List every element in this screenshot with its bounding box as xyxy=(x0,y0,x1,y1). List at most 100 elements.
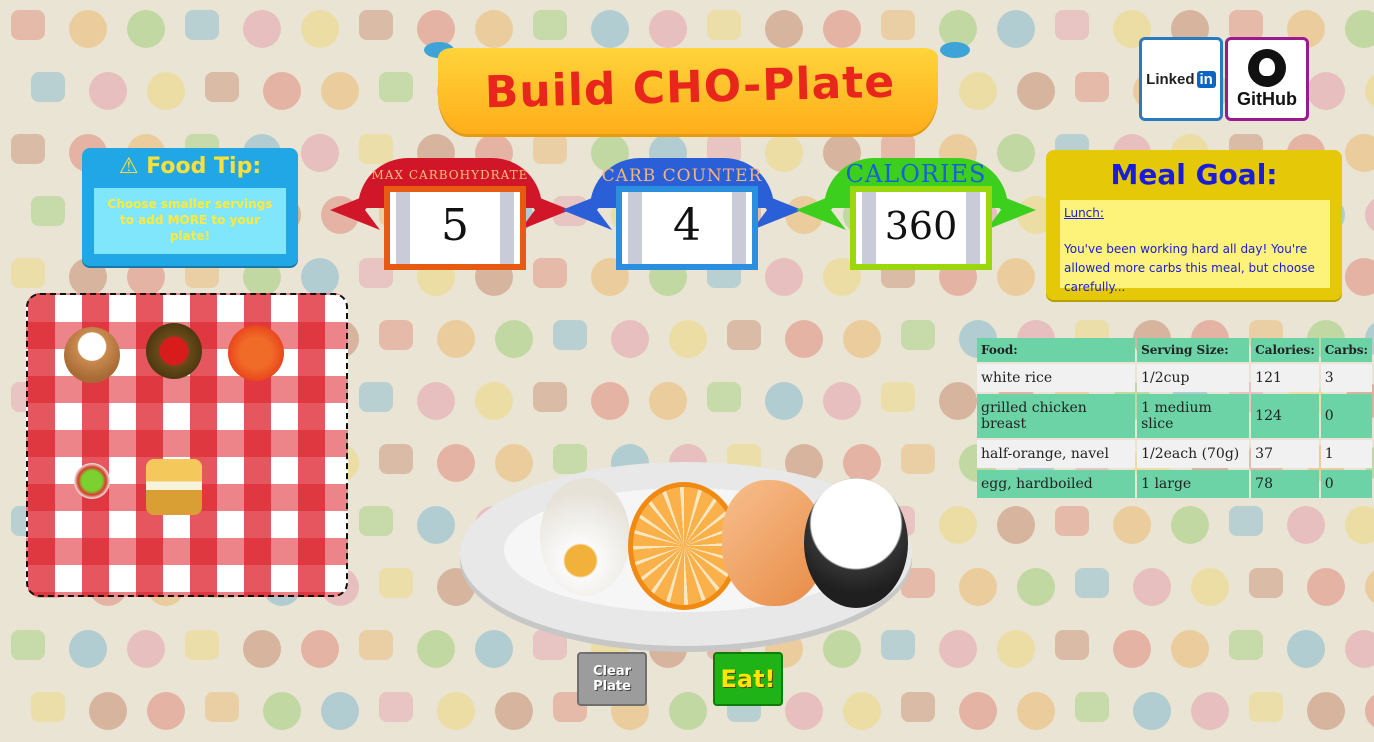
background-food-icon xyxy=(1287,630,1326,668)
background-food-icon xyxy=(495,444,534,482)
background-food-icon xyxy=(881,630,916,660)
meal-goal-title: Meal Goal: xyxy=(1110,158,1278,191)
background-food-icon xyxy=(901,444,936,474)
background-food-icon xyxy=(591,382,630,420)
background-food-icon xyxy=(1307,692,1346,730)
background-food-icon xyxy=(11,258,46,288)
background-food-icon xyxy=(1249,692,1284,722)
background-food-icon xyxy=(31,196,66,226)
background-food-icon xyxy=(1345,134,1374,172)
background-food-icon xyxy=(11,630,46,660)
background-food-icon xyxy=(243,630,282,668)
title-banner: Build CHO-Plate xyxy=(420,40,970,140)
calories-cell: 121 xyxy=(1255,370,1282,386)
background-food-icon xyxy=(1017,692,1056,730)
background-food-icon xyxy=(823,630,862,668)
background-food-icon xyxy=(11,10,46,40)
background-food-icon xyxy=(1345,258,1374,296)
background-food-icon xyxy=(1171,506,1210,544)
counter-label: CARB COUNTER xyxy=(601,166,763,186)
max-carbohydrate-counter: MAX CARBOHYDRATE 5 xyxy=(330,150,570,270)
background-food-icon xyxy=(89,72,128,110)
linkedin-logo-icon: Linked in xyxy=(1146,70,1216,88)
background-food-icon xyxy=(1345,10,1374,48)
calories-cell: 78 xyxy=(1255,476,1273,492)
eat-button[interactable]: Eat! xyxy=(713,652,783,706)
background-food-icon xyxy=(997,258,1036,296)
background-food-icon xyxy=(669,320,708,358)
header-serving-size: Serving Size: xyxy=(1141,343,1229,357)
calories-cell: 37 xyxy=(1255,446,1273,462)
meal-name-link[interactable]: Lunch: xyxy=(1064,206,1104,220)
rice-icon[interactable] xyxy=(804,478,908,608)
background-food-icon xyxy=(959,568,998,606)
background-food-icon xyxy=(31,692,66,722)
dinner-plate[interactable] xyxy=(460,462,912,646)
background-food-icon xyxy=(939,630,978,668)
table-row: half-orange, navel 1/2each (70g) 37 1 xyxy=(977,440,1372,468)
background-food-icon xyxy=(379,320,414,350)
spaghetti-meatballs-icon[interactable] xyxy=(146,323,202,379)
background-food-icon xyxy=(359,630,394,660)
salad-icon[interactable] xyxy=(74,463,110,499)
background-food-icon xyxy=(147,72,186,110)
background-food-icon xyxy=(127,10,166,48)
background-food-icon xyxy=(417,506,456,544)
background-food-icon xyxy=(823,382,862,420)
background-food-icon xyxy=(437,692,476,730)
serving-cell: 1 large xyxy=(1141,476,1192,492)
clear-plate-button[interactable]: Clear Plate xyxy=(577,652,647,706)
background-food-icon xyxy=(1229,506,1264,536)
background-food-icon xyxy=(785,692,824,730)
food-selection-tablecloth xyxy=(26,293,348,597)
background-food-icon xyxy=(1345,630,1374,668)
background-food-icon xyxy=(533,630,568,660)
meal-goal-panel: Meal Goal: Lunch: You've been working ha… xyxy=(1046,150,1342,300)
background-food-icon xyxy=(1249,568,1284,598)
warning-icon: ⚠ xyxy=(118,154,139,179)
pasta-icon[interactable] xyxy=(228,325,284,381)
background-food-icon xyxy=(379,568,414,598)
background-food-icon xyxy=(1113,506,1152,544)
background-food-icon xyxy=(379,72,414,102)
background-food-icon xyxy=(379,444,414,474)
egg-icon[interactable] xyxy=(540,478,630,596)
baked-potato-icon[interactable] xyxy=(64,327,120,383)
background-food-icon xyxy=(1365,196,1374,234)
background-food-icon xyxy=(1017,72,1056,110)
background-food-icon xyxy=(1365,568,1374,606)
sandwich-icon[interactable] xyxy=(146,459,202,515)
background-food-icon xyxy=(649,382,688,420)
background-food-icon xyxy=(1365,692,1374,730)
background-food-icon xyxy=(1345,506,1374,544)
background-food-icon xyxy=(1055,10,1090,40)
background-food-icon xyxy=(1055,630,1090,660)
calories-value: 360 xyxy=(884,204,958,248)
background-food-icon xyxy=(959,72,998,110)
background-food-icon xyxy=(417,630,456,668)
carb-counter-value: 4 xyxy=(673,200,701,251)
background-food-icon xyxy=(533,10,568,40)
counter-label: MAX CARBOHYDRATE xyxy=(371,168,529,182)
table-row: white rice 1/2cup 121 3 xyxy=(977,364,1372,392)
carbs-cell: 0 xyxy=(1324,476,1334,492)
background-food-icon xyxy=(533,258,568,288)
counter-label: CALORIES xyxy=(845,160,987,188)
github-link[interactable]: GitHub xyxy=(1225,37,1309,121)
background-food-icon xyxy=(69,10,108,48)
background-food-icon xyxy=(495,692,534,730)
calories-counter: CALORIES 360 xyxy=(796,150,1036,270)
background-food-icon xyxy=(89,692,128,730)
calories-cell: 124 xyxy=(1255,408,1282,424)
carbs-cell: 3 xyxy=(1324,370,1334,386)
food-cell: egg, hardboiled xyxy=(981,476,1093,492)
background-food-icon xyxy=(1133,568,1172,606)
meal-goal-text: You've been working hard all day! You're… xyxy=(1064,242,1315,294)
background-food-icon xyxy=(939,382,978,420)
background-food-icon xyxy=(437,320,476,358)
background-food-icon xyxy=(997,630,1036,668)
background-food-icon xyxy=(1307,72,1346,110)
background-food-icon xyxy=(959,692,998,730)
linkedin-link[interactable]: Linked in xyxy=(1139,37,1223,121)
background-food-icon xyxy=(901,320,936,350)
